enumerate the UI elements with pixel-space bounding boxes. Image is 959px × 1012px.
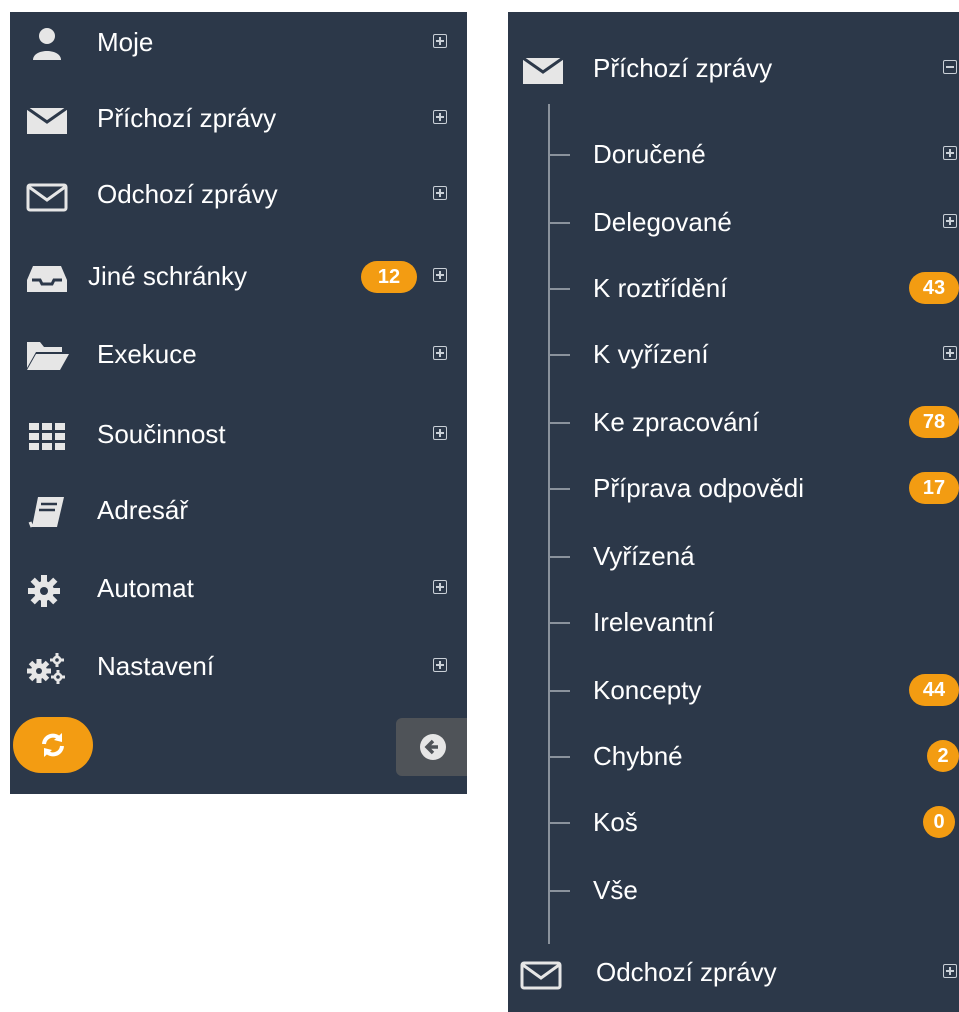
nav-item-label: Exekuce <box>97 339 197 369</box>
book-icon <box>28 497 64 528</box>
refresh-button[interactable] <box>13 717 93 773</box>
nav-item-label: Příchozí zprávy <box>97 103 277 133</box>
count-badge: 43 <box>909 272 959 304</box>
grid-icon <box>29 423 65 450</box>
subitem-label: Koncepty <box>593 675 702 705</box>
expand-icon[interactable] <box>943 964 957 978</box>
envelope-outline-icon <box>520 961 562 990</box>
expand-icon[interactable] <box>943 146 957 160</box>
nav-item-automat[interactable]: Automat <box>10 558 467 618</box>
tree-branch <box>548 622 570 624</box>
tree-branch <box>548 154 570 156</box>
nav-item-prichozi-zpravy-expanded[interactable]: Příchozí zprávy <box>508 40 959 100</box>
folder-open-icon <box>27 342 69 370</box>
expand-icon[interactable] <box>433 658 447 672</box>
nav-item-label: Automat <box>97 573 194 603</box>
nav-item-label: Příchozí zprávy <box>593 53 773 83</box>
nav-item-moje[interactable]: Moje <box>10 12 467 72</box>
subitem-label: Vyřízená <box>593 541 695 571</box>
subitem-label: Irelevantní <box>593 607 715 637</box>
tree-branch <box>548 354 570 356</box>
expand-icon[interactable] <box>433 426 447 440</box>
arrow-left-circle-icon <box>420 734 446 760</box>
nav-item-label: Jiné schránky <box>88 261 247 291</box>
nav-item-adresar[interactable]: Adresář <box>10 480 467 540</box>
nav-item-jine-schranky[interactable]: Jiné schránky 12 <box>10 246 467 306</box>
subitem-label: Příprava odpovědi <box>593 473 805 503</box>
nav-item-label: Součinnost <box>97 419 226 449</box>
subitem-k-roztrideni[interactable]: K roztřídění 43 <box>548 258 959 318</box>
nav-item-odchozi-zpravy[interactable]: Odchozí zprávy <box>10 164 467 224</box>
tree-branch <box>548 222 570 224</box>
tree-branch <box>548 690 570 692</box>
tree-branch <box>548 756 570 758</box>
user-icon <box>33 28 61 60</box>
subitem-ke-zpracovani[interactable]: Ke zpracování 78 <box>548 392 959 452</box>
count-badge: 17 <box>909 472 959 504</box>
subitem-label: K roztřídění <box>593 273 728 303</box>
tree-branch <box>548 422 570 424</box>
envelope-filled-icon <box>522 56 564 84</box>
tree-branch <box>548 890 570 892</box>
subitem-label: Chybné <box>593 741 683 771</box>
expand-icon[interactable] <box>433 580 447 594</box>
nav-item-label: Nastavení <box>97 651 215 681</box>
nav-item-prichozi-zpravy[interactable]: Příchozí zprávy <box>10 88 467 148</box>
subitem-label: Ke zpracování <box>593 407 760 437</box>
refresh-icon <box>42 733 64 757</box>
inbox-tray-icon <box>27 266 67 292</box>
expand-icon[interactable] <box>943 346 957 360</box>
collapse-sidebar-button[interactable] <box>396 718 467 776</box>
subitem-label: Vše <box>593 875 638 905</box>
count-badge: 0 <box>923 806 955 838</box>
sidebar-collapsed-view: Moje Příchozí zprávy Odchozí zprávy Jiné… <box>10 12 467 794</box>
subitem-label: Koš <box>593 807 638 837</box>
count-badge: 44 <box>909 674 959 706</box>
subitem-dorucene[interactable]: Doručené <box>548 124 959 184</box>
subitem-label: K vyřízení <box>593 339 709 369</box>
cog-icon <box>28 575 60 607</box>
subitem-chybne[interactable]: Chybné 2 <box>548 726 959 786</box>
tree-branch <box>548 822 570 824</box>
subitem-label: Doručené <box>593 139 706 169</box>
subitem-k-vyrizeni[interactable]: K vyřízení <box>548 324 959 384</box>
expand-icon[interactable] <box>943 214 957 228</box>
expand-icon[interactable] <box>433 346 447 360</box>
cogs-icon <box>27 653 65 684</box>
collapse-icon[interactable] <box>943 60 957 74</box>
envelope-outline-icon <box>26 183 68 212</box>
subitem-kos[interactable]: Koš 0 <box>548 792 959 852</box>
expand-icon[interactable] <box>433 186 447 200</box>
count-badge: 2 <box>927 740 959 772</box>
nav-item-label: Moje <box>97 27 154 57</box>
count-badge: 12 <box>361 261 417 293</box>
nav-item-odchozi-zpravy[interactable]: Odchozí zprávy <box>508 942 959 1002</box>
nav-item-soucinnost[interactable]: Součinnost <box>10 404 467 464</box>
subitem-koncepty[interactable]: Koncepty 44 <box>548 660 959 720</box>
nav-item-exekuce[interactable]: Exekuce <box>10 324 467 384</box>
tree-branch <box>548 288 570 290</box>
envelope-filled-icon <box>26 106 68 134</box>
count-badge: 78 <box>909 406 959 438</box>
subitem-irelevantni[interactable]: Irelevantní <box>548 592 959 652</box>
expand-icon[interactable] <box>433 268 447 282</box>
nav-item-label: Adresář <box>97 495 189 525</box>
subitem-vyrizena[interactable]: Vyřízená <box>548 526 959 586</box>
nav-item-nastaveni[interactable]: Nastavení <box>10 636 467 696</box>
subitem-delegovane[interactable]: Delegované <box>548 192 959 252</box>
sidebar-expanded-view: Příchozí zprávy Doručené Delegované K ro… <box>508 12 959 1012</box>
nav-item-label: Odchozí zprávy <box>596 957 777 987</box>
expand-icon[interactable] <box>433 110 447 124</box>
tree-branch <box>548 488 570 490</box>
tree-branch <box>548 556 570 558</box>
subitem-priprava-odpovedi[interactable]: Příprava odpovědi 17 <box>548 458 959 518</box>
subitem-vse[interactable]: Vše <box>548 860 959 920</box>
expand-icon[interactable] <box>433 34 447 48</box>
subitem-label: Delegované <box>593 207 732 237</box>
nav-item-label: Odchozí zprávy <box>97 179 278 209</box>
